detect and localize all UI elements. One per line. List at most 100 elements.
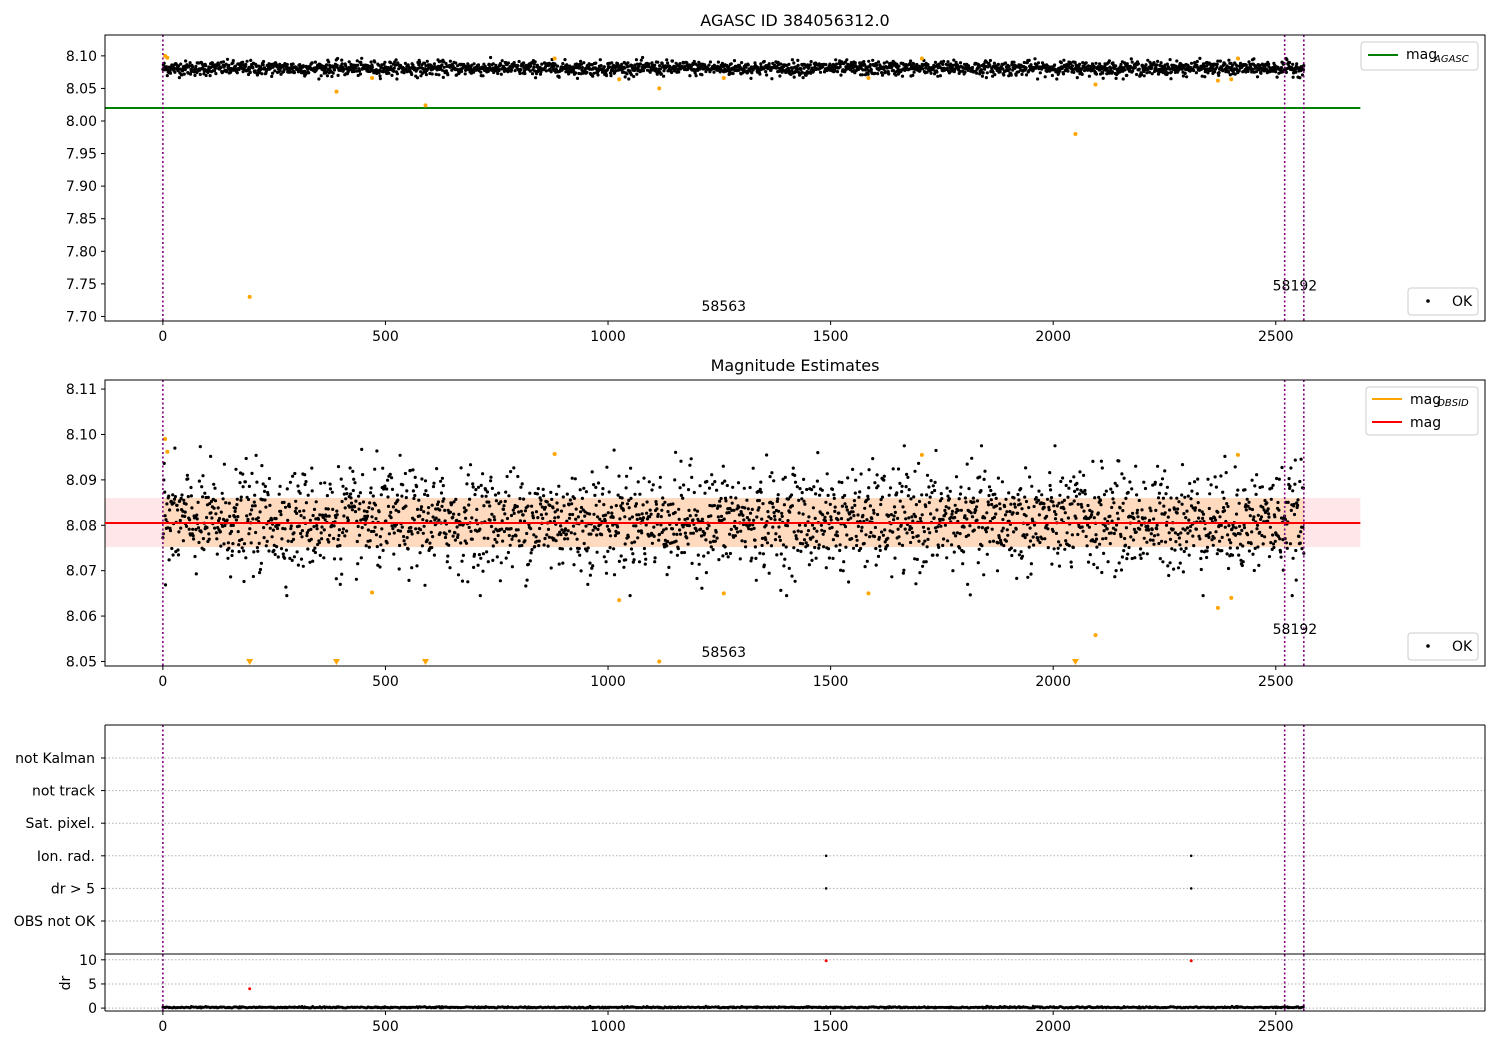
ok-point	[663, 500, 667, 504]
ok-point	[251, 66, 255, 70]
ok-point	[984, 76, 989, 80]
ok-point	[411, 468, 415, 472]
ok-point	[857, 495, 861, 499]
ok-point	[785, 524, 790, 528]
ok-point	[976, 561, 980, 565]
ok-point	[623, 542, 627, 546]
ok-point	[766, 510, 770, 514]
ok-point	[1142, 74, 1146, 78]
ok-point	[1083, 488, 1087, 493]
ok-point	[652, 525, 656, 529]
ok-point	[391, 527, 395, 531]
ok-point	[516, 528, 520, 532]
ok-point	[1003, 513, 1008, 517]
ok-point	[253, 504, 257, 508]
ok-point	[389, 510, 393, 514]
ok-point	[1226, 70, 1231, 74]
ok-point	[206, 495, 210, 499]
ok-point	[510, 565, 514, 569]
ok-point	[704, 571, 709, 575]
ok-point	[1177, 500, 1181, 504]
ok-point	[234, 467, 238, 471]
ok-point	[559, 533, 563, 537]
ok-point	[989, 488, 993, 493]
ok-point	[577, 546, 581, 551]
ok-point	[168, 508, 172, 512]
ok-point	[683, 531, 688, 535]
ok-point	[1029, 562, 1033, 566]
ok-point	[503, 499, 507, 503]
ok-point	[1181, 74, 1185, 78]
ok-point	[874, 563, 878, 567]
ok-point	[933, 480, 937, 484]
ok-point	[752, 518, 756, 522]
ok-point	[479, 483, 483, 487]
ok-point	[900, 74, 905, 78]
ok-point	[498, 579, 502, 583]
ok-point	[901, 571, 906, 575]
ok-point	[1037, 489, 1041, 493]
ok-point	[490, 486, 494, 490]
ok-point	[1159, 61, 1163, 65]
ok-point	[1088, 553, 1092, 557]
ok-point	[685, 536, 689, 540]
ok-point	[801, 542, 805, 546]
ok-point	[534, 535, 538, 539]
ok-point	[765, 541, 770, 545]
ok-point	[847, 580, 851, 584]
ok-point	[900, 490, 904, 494]
ok-point	[294, 499, 298, 503]
ok-point	[591, 528, 595, 532]
ok-point	[626, 61, 630, 65]
ok-point	[573, 477, 577, 481]
ok-point	[996, 476, 1001, 480]
ok-point	[425, 59, 429, 63]
ok-point	[512, 511, 516, 515]
ok-point	[574, 517, 578, 521]
ok-point	[1207, 535, 1211, 540]
ok-point	[556, 533, 560, 537]
ok-point	[1110, 490, 1115, 494]
ok-point	[996, 62, 1001, 66]
ok-point	[876, 60, 881, 64]
ok-point	[481, 569, 485, 573]
ok-point	[244, 456, 248, 461]
ok-point	[222, 462, 226, 466]
ok-point	[488, 518, 492, 522]
ok-point	[409, 529, 413, 533]
ok-point	[230, 549, 234, 553]
ok-point	[533, 545, 537, 549]
ok-point	[846, 476, 850, 480]
ok-point	[802, 499, 806, 503]
ok-point	[247, 532, 251, 536]
ok-point	[396, 498, 400, 502]
ok-point	[519, 485, 523, 489]
ok-point	[270, 518, 274, 522]
ok-point	[421, 518, 425, 522]
ok-point	[424, 73, 428, 77]
ok-point	[1148, 518, 1152, 522]
ok-point	[481, 552, 485, 556]
ok-point	[850, 537, 854, 541]
ok-point	[687, 524, 692, 528]
ok-point	[390, 487, 395, 491]
ok-point	[808, 63, 812, 67]
ok-point	[776, 493, 780, 497]
ok-point	[643, 552, 647, 556]
ok-point	[815, 479, 820, 483]
ok-point	[184, 59, 188, 63]
ok-point	[285, 487, 289, 491]
ok-point	[968, 524, 972, 528]
ok-point	[1069, 479, 1073, 483]
ok-point	[836, 518, 840, 522]
ok-point	[995, 504, 999, 508]
ok-point	[390, 476, 394, 480]
ok-point	[883, 528, 887, 532]
ok-point	[914, 582, 918, 586]
ok-point	[1227, 58, 1231, 62]
ok-point	[176, 548, 180, 552]
ok-point	[1009, 502, 1013, 506]
ok-point	[1034, 496, 1038, 500]
ok-point	[261, 482, 265, 486]
ok-point	[838, 65, 842, 69]
